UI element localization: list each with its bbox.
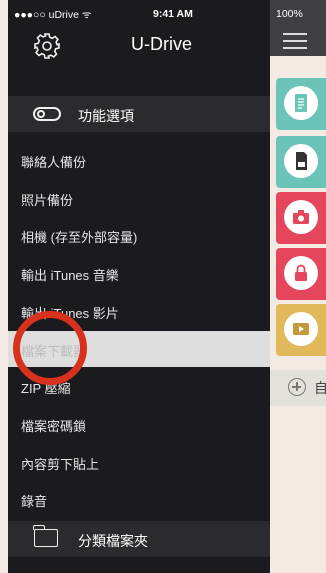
- section-folders-label: 分類檔案夾: [78, 533, 148, 549]
- lock-icon: [295, 264, 307, 281]
- section-header-options[interactable]: 功能選項: [8, 96, 270, 132]
- menu-item[interactable]: 聯絡人備份: [8, 142, 270, 178]
- section-header-folders[interactable]: 分類檔案夾: [8, 521, 270, 557]
- category-tile[interactable]: [276, 248, 326, 300]
- menu-item-label: 檔案密碼鎖: [21, 418, 87, 434]
- add-category-bar[interactable]: 自: [270, 370, 326, 406]
- menu-item-label: 照片備份: [21, 192, 74, 208]
- camera-icon: [293, 210, 309, 224]
- category-tile[interactable]: [276, 192, 326, 244]
- category-tile[interactable]: [276, 78, 326, 130]
- menu-item[interactable]: 內容剪下貼上: [8, 444, 270, 480]
- side-drawer: U-Drive 功能選項 聯絡人備份照片備份相機 (存至外部容量) 輸出 iTun…: [8, 26, 270, 573]
- add-category-label: 自: [314, 380, 326, 396]
- video-icon: [293, 323, 309, 335]
- add-circle-icon: [288, 378, 306, 396]
- menu-item[interactable]: 檔案密碼鎖: [8, 406, 270, 442]
- menu-item[interactable]: 相機 (存至外部容量): [8, 217, 270, 253]
- annotation-circle: [13, 311, 87, 385]
- main-content: 自: [270, 26, 326, 573]
- menu-item[interactable]: 輸出 iTunes 音樂: [8, 255, 270, 291]
- status-bar-right: 100%: [270, 0, 326, 26]
- folder-icon: [33, 525, 58, 547]
- app-screen: ●●●○○ uDrive ᯤ 9:41 AM 100% U-Drive 功能選項…: [0, 0, 326, 573]
- carrier-signal: ●●●○○ uDrive ᯤ: [14, 9, 92, 21]
- app-title: U-Drive: [131, 34, 192, 54]
- menu-item[interactable]: 照片備份: [8, 180, 270, 216]
- nav-bar: [270, 26, 326, 56]
- menu-item-label: 輸出 iTunes 音樂: [21, 268, 119, 284]
- hamburger-menu-icon[interactable]: [283, 31, 307, 49]
- toggle-icon: [33, 107, 61, 121]
- status-bar: ●●●○○ uDrive ᯤ 9:41 AM: [8, 0, 270, 26]
- category-tile[interactable]: [276, 136, 326, 188]
- section-options-label: 功能選項: [78, 108, 134, 124]
- status-time: 9:41 AM: [153, 8, 193, 20]
- sd-card-icon: [296, 152, 307, 170]
- document-icon: [295, 94, 307, 112]
- menu-item-label: 內容剪下貼上: [21, 456, 100, 472]
- drawer-header: U-Drive: [8, 26, 270, 82]
- menu-item[interactable]: 錄音: [8, 481, 270, 517]
- category-tile[interactable]: [276, 304, 326, 356]
- menu-item-label: 相機 (存至外部容量): [21, 230, 138, 246]
- menu-item-label: 聯絡人備份: [21, 155, 87, 170]
- battery-level: 100%: [276, 8, 303, 20]
- menu-item-label: 錄音: [21, 494, 48, 510]
